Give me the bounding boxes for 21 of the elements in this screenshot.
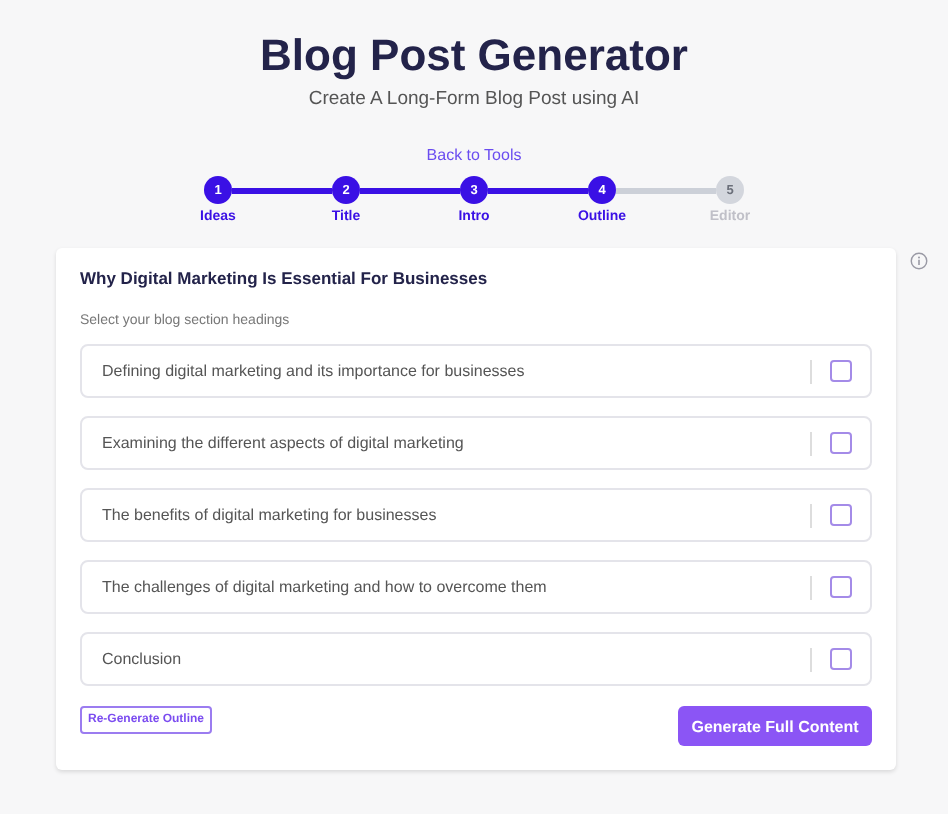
page-title: Blog Post Generator	[260, 32, 688, 80]
card-title: Why Digital Marketing Is Essential For Businesses	[80, 268, 490, 288]
heading-text: Examining the different aspects of digital marketing	[102, 434, 466, 452]
back-link[interactable]: Back to Tools	[426, 146, 522, 164]
checkbox[interactable]	[830, 648, 852, 670]
heading-option[interactable]: Conclusion	[80, 632, 872, 686]
checkbox[interactable]	[830, 504, 852, 526]
heading-option[interactable]: Defining digital marketing and its importance for businesses	[80, 344, 872, 398]
heading-option[interactable]: The challenges of digital marketing and how to overcome them	[80, 560, 872, 614]
heading-option[interactable]: The benefits of digital marketing for businesses	[80, 488, 872, 542]
heading-text: The challenges of digital marketing and how to overcome them	[102, 578, 549, 596]
info-icon[interactable]	[910, 252, 928, 270]
checkbox[interactable]	[830, 576, 852, 598]
checkbox[interactable]	[830, 432, 852, 454]
generate-button[interactable]: Generate Full Content	[678, 706, 872, 746]
page-subtitle: Create A Long-Form Blog Post using AI	[308, 88, 640, 110]
heading-text: Conclusion	[102, 650, 184, 668]
checkbox[interactable]	[830, 360, 852, 382]
heading-text: Defining digital marketing and its importance for businesses	[102, 362, 527, 380]
heading-text: The benefits of digital marketing for businesses	[102, 506, 439, 524]
heading-option[interactable]: Examining the different aspects of digital marketing	[80, 416, 872, 470]
